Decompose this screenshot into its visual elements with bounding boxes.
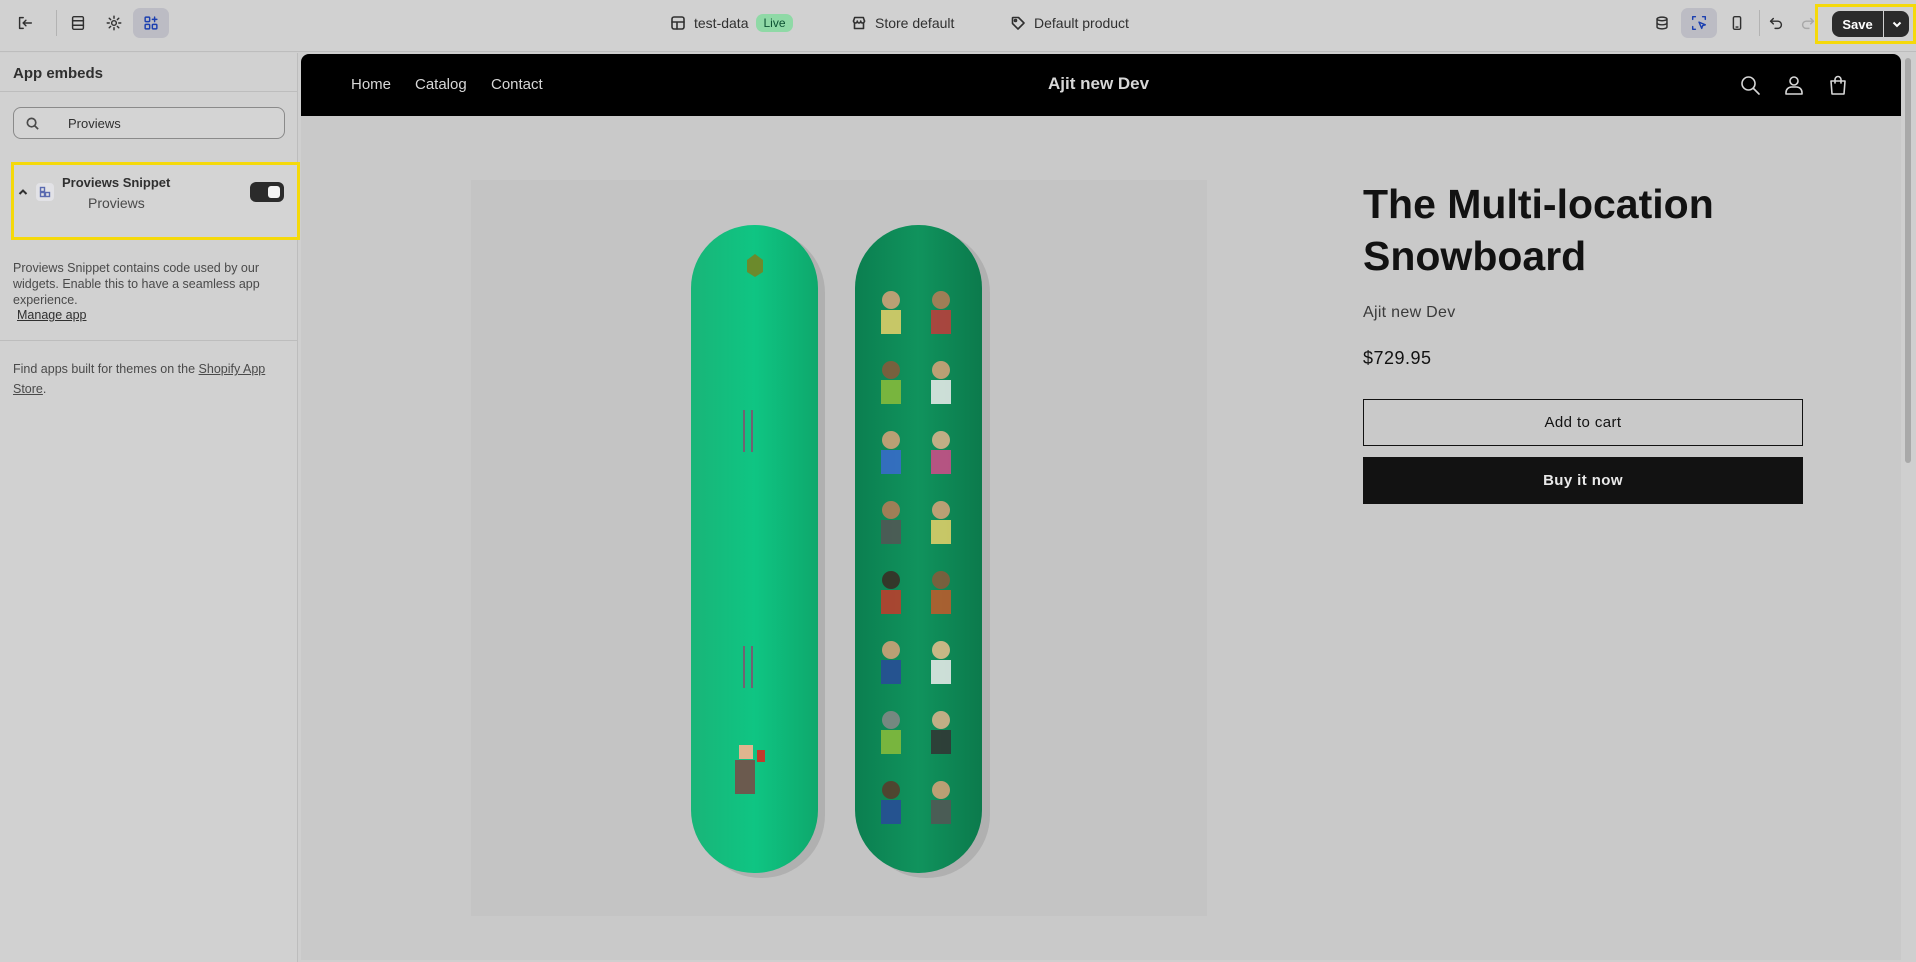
product-title: The Multi-location Snowboard bbox=[1363, 181, 1714, 279]
product-vendor: Ajit new Dev bbox=[1363, 304, 1456, 321]
sidebar-title: App embeds bbox=[13, 65, 104, 82]
divider bbox=[0, 340, 298, 341]
template-selector[interactable]: Default product bbox=[1010, 10, 1129, 36]
theme-preview: Home Catalog Contact Ajit new Dev The Mu… bbox=[301, 54, 1901, 960]
store-header: Home Catalog Contact Ajit new Dev bbox=[301, 54, 1901, 116]
divider bbox=[0, 91, 298, 92]
search-input[interactable] bbox=[68, 113, 268, 133]
nav-home[interactable]: Home bbox=[351, 76, 391, 93]
sections-icon[interactable] bbox=[60, 8, 96, 38]
find-apps-text: Find apps built for themes on the Shopif… bbox=[13, 359, 288, 399]
search-box bbox=[13, 107, 285, 139]
theme-name: test-data bbox=[694, 15, 749, 31]
preview-scrollbar[interactable] bbox=[1905, 58, 1911, 463]
buy-now-button[interactable]: Buy it now bbox=[1363, 457, 1803, 504]
store-name[interactable]: Ajit new Dev bbox=[1048, 74, 1149, 94]
product-image[interactable] bbox=[471, 180, 1207, 916]
save-options-button[interactable] bbox=[1884, 11, 1909, 37]
device-preview-icon[interactable] bbox=[1719, 8, 1755, 38]
product-price: $729.95 bbox=[1363, 348, 1432, 368]
cart-icon[interactable] bbox=[1826, 73, 1850, 97]
toggle-knob bbox=[268, 186, 280, 198]
theme-icon bbox=[671, 16, 685, 30]
nav-catalog[interactable]: Catalog bbox=[415, 76, 467, 93]
settings-gear-icon[interactable] bbox=[96, 8, 132, 38]
find-apps-suffix: . bbox=[42, 382, 47, 396]
store-icon bbox=[852, 16, 866, 30]
exit-icon[interactable] bbox=[7, 8, 43, 38]
chevron-down-icon bbox=[1892, 21, 1901, 28]
account-icon[interactable] bbox=[1782, 73, 1806, 97]
store-context-label: Store default bbox=[875, 15, 955, 31]
undo-icon[interactable] bbox=[1758, 8, 1794, 38]
embed-name: Proviews Snippet bbox=[62, 175, 171, 190]
nav-contact[interactable]: Contact bbox=[491, 76, 543, 93]
editor-topbar: test-data Live Store default Default pro… bbox=[0, 0, 1916, 52]
app-block-icon bbox=[36, 183, 54, 201]
search-icon[interactable] bbox=[1738, 73, 1762, 97]
template-label: Default product bbox=[1034, 15, 1129, 31]
tag-icon bbox=[1011, 16, 1025, 30]
inspector-icon[interactable] bbox=[1644, 8, 1680, 38]
search-icon bbox=[26, 117, 39, 130]
save-button[interactable]: Save bbox=[1832, 11, 1883, 37]
embed-toggle[interactable] bbox=[250, 182, 284, 202]
embed-provider: Proviews bbox=[88, 195, 145, 211]
store-context-selector[interactable]: Store default bbox=[851, 10, 954, 36]
embed-description: Proviews Snippet contains code used by o… bbox=[13, 261, 260, 307]
manage-app-link[interactable]: Manage app bbox=[17, 308, 87, 322]
theme-selector[interactable]: test-data Live bbox=[670, 10, 793, 36]
app-embeds-icon[interactable] bbox=[133, 8, 169, 38]
sidebar: App embeds Proviews Snippet Proviews Pro… bbox=[0, 53, 300, 962]
app-embed-item[interactable]: Proviews Snippet Proviews bbox=[11, 162, 300, 240]
divider bbox=[56, 10, 57, 36]
snowboards-image bbox=[691, 225, 990, 878]
find-apps-prefix: Find apps built for themes on the bbox=[13, 362, 199, 376]
select-cursor-icon[interactable] bbox=[1681, 8, 1717, 38]
add-to-cart-button[interactable]: Add to cart bbox=[1363, 399, 1803, 446]
live-badge: Live bbox=[756, 14, 793, 32]
chevron-up-icon[interactable] bbox=[17, 185, 29, 197]
